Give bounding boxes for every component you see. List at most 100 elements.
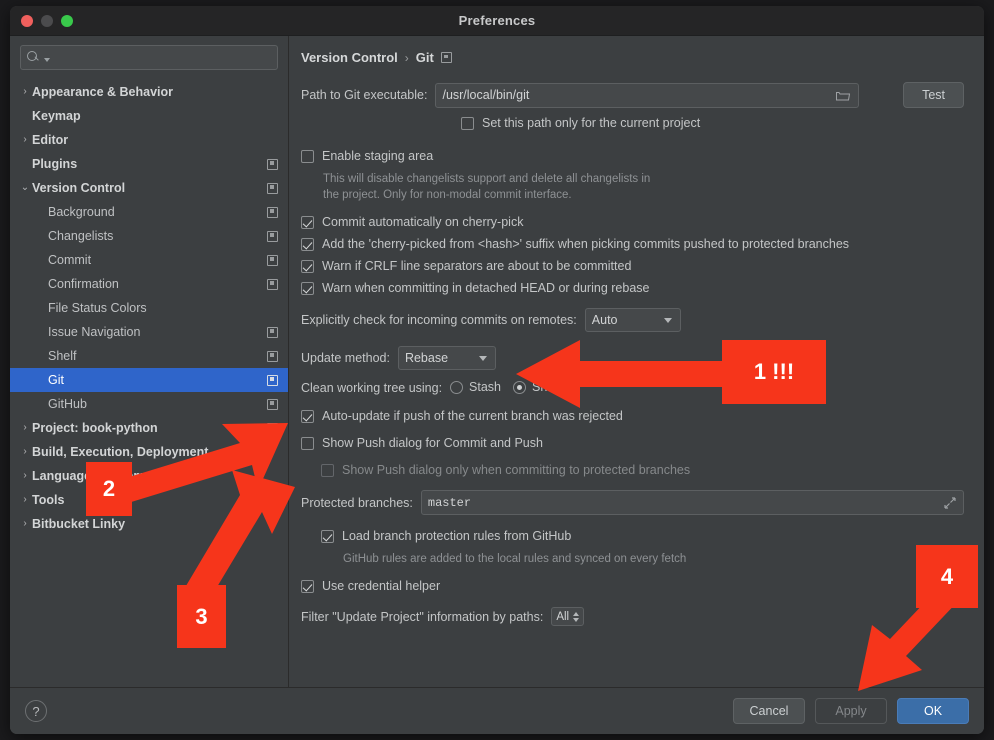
- cancel-button[interactable]: Cancel: [733, 698, 805, 724]
- warn-crlf-row[interactable]: Warn if CRLF line separators are about t…: [301, 259, 964, 274]
- breadcrumb-separator: ›: [405, 51, 409, 65]
- sidebar-item-editor[interactable]: ›Editor: [10, 128, 288, 152]
- show-push-dialog-protected-row[interactable]: Show Push dialog only when committing to…: [321, 463, 964, 478]
- search-box[interactable]: [20, 45, 278, 70]
- staging-hint-line-1: This will disable changelists support an…: [323, 171, 964, 187]
- chevron-icon[interactable]: ›: [18, 135, 32, 145]
- sidebar-item-label: Git: [48, 373, 267, 387]
- settings-marker-icon: [441, 52, 452, 63]
- breadcrumb-parent[interactable]: Version Control: [301, 50, 398, 65]
- sidebar-item-project-book-python[interactable]: ›Project: book-python: [10, 416, 288, 440]
- protected-branches-input[interactable]: master: [421, 490, 964, 515]
- chevron-icon[interactable]: ›: [18, 495, 32, 505]
- sidebar-item-label: File Status Colors: [48, 301, 278, 315]
- update-method-row: Update method: Rebase: [301, 346, 964, 370]
- add-cherry-picked-suffix-checkbox[interactable]: [301, 238, 314, 251]
- sidebar-item-confirmation[interactable]: Confirmation: [10, 272, 288, 296]
- settings-marker-icon: [267, 351, 278, 362]
- update-method-label: Update method:: [301, 351, 390, 365]
- chevron-icon[interactable]: ›: [18, 87, 32, 97]
- chevron-icon[interactable]: ›: [18, 423, 32, 433]
- auto-update-rejected-checkbox[interactable]: [301, 410, 314, 423]
- chevron-icon[interactable]: ⌄: [18, 183, 32, 193]
- sidebar-item-label: Languages & Frameworks: [32, 469, 278, 483]
- sidebar-item-build-execution-deployment[interactable]: ›Build, Execution, Deployment: [10, 440, 288, 464]
- incoming-commits-dropdown[interactable]: Auto: [585, 308, 681, 332]
- sidebar-item-background[interactable]: Background: [10, 200, 288, 224]
- settings-marker-icon: [267, 159, 278, 170]
- load-branch-protection-checkbox[interactable]: [321, 530, 334, 543]
- search-input[interactable]: [54, 51, 271, 65]
- filter-paths-stepper[interactable]: All: [551, 607, 584, 626]
- sidebar-item-keymap[interactable]: Keymap: [10, 104, 288, 128]
- chevron-down-icon: [664, 318, 672, 323]
- show-push-dialog-checkbox[interactable]: [301, 437, 314, 450]
- commit-auto-cherry-pick-row[interactable]: Commit automatically on cherry-pick: [301, 215, 964, 230]
- sidebar-item-plugins[interactable]: Plugins: [10, 152, 288, 176]
- sidebar-item-file-status-colors[interactable]: File Status Colors: [10, 296, 288, 320]
- sidebar-item-git[interactable]: Git: [10, 368, 288, 392]
- stash-radio[interactable]: [450, 381, 463, 394]
- enable-staging-area-row[interactable]: Enable staging area: [301, 149, 964, 164]
- set-path-only-label: Set this path only for the current proje…: [482, 116, 700, 131]
- filter-paths-value: All: [556, 611, 569, 623]
- clean-working-tree-label: Clean working tree using:: [301, 381, 442, 395]
- preferences-window: Preferences ›Appearance & BehaviorKeymap…: [10, 6, 984, 734]
- warn-detached-head-checkbox[interactable]: [301, 282, 314, 295]
- git-path-input[interactable]: /usr/local/bin/git: [435, 83, 859, 108]
- chevron-down-icon: [44, 58, 50, 62]
- sidebar-item-tools[interactable]: ›Tools: [10, 488, 288, 512]
- sidebar-item-bitbucket-linky[interactable]: ›Bitbucket Linky: [10, 512, 288, 536]
- sidebar-item-label: Plugins: [32, 157, 267, 171]
- test-button[interactable]: Test: [903, 82, 964, 108]
- auto-update-rejected-row[interactable]: Auto-update if push of the current branc…: [301, 409, 964, 424]
- help-button[interactable]: ?: [25, 700, 47, 722]
- apply-button[interactable]: Apply: [815, 698, 887, 724]
- sidebar-item-commit[interactable]: Commit: [10, 248, 288, 272]
- settings-tree: ›Appearance & Behavior Keymap ›Editor Plugi…: [10, 80, 288, 536]
- chevron-icon[interactable]: ›: [18, 471, 32, 481]
- sidebar-item-appearance-behavior[interactable]: ›Appearance & Behavior: [10, 80, 288, 104]
- folder-icon[interactable]: [836, 90, 850, 101]
- warn-crlf-checkbox[interactable]: [301, 260, 314, 273]
- enable-staging-label: Enable staging area: [322, 149, 433, 164]
- expand-icon[interactable]: [944, 497, 956, 509]
- sidebar-item-version-control[interactable]: ⌄Version Control: [10, 176, 288, 200]
- set-path-only-current-project-row[interactable]: Set this path only for the current proje…: [461, 116, 964, 131]
- minimize-button[interactable]: [41, 15, 53, 27]
- sidebar-item-label: Keymap: [32, 109, 278, 123]
- update-method-dropdown[interactable]: Rebase: [398, 346, 496, 370]
- show-push-dialog-row[interactable]: Show Push dialog for Commit and Push: [301, 436, 964, 451]
- use-credential-helper-checkbox[interactable]: [301, 580, 314, 593]
- enable-staging-checkbox[interactable]: [301, 150, 314, 163]
- chevron-down-icon: [573, 618, 579, 622]
- ok-button[interactable]: OK: [897, 698, 969, 724]
- sidebar-item-shelf[interactable]: Shelf: [10, 344, 288, 368]
- update-method-value: Rebase: [405, 351, 448, 365]
- close-button[interactable]: [21, 15, 33, 27]
- sidebar-item-label: Build, Execution, Deployment: [32, 445, 278, 459]
- commit-auto-cherry-pick-checkbox[interactable]: [301, 216, 314, 229]
- add-cherry-picked-suffix-row[interactable]: Add the 'cherry-picked from <hash>' suff…: [301, 237, 964, 252]
- settings-marker-icon: [267, 399, 278, 410]
- chevron-icon[interactable]: ›: [18, 519, 32, 529]
- chevron-icon[interactable]: ›: [18, 447, 32, 457]
- clean-tree-stash-option[interactable]: Stash: [450, 380, 501, 395]
- stash-label: Stash: [469, 380, 501, 395]
- stepper-arrows-icon[interactable]: [573, 612, 579, 622]
- chevron-up-icon: [573, 612, 579, 616]
- settings-marker-icon: [267, 279, 278, 290]
- load-branch-protection-row[interactable]: Load branch protection rules from GitHub: [321, 529, 964, 544]
- sidebar-item-github[interactable]: GitHub: [10, 392, 288, 416]
- warn-detached-head-row[interactable]: Warn when committing in detached HEAD or…: [301, 281, 964, 296]
- clean-tree-shelve-option[interactable]: Shelve: [513, 380, 570, 395]
- sidebar-item-changelists[interactable]: Changelists: [10, 224, 288, 248]
- sidebar-item-issue-navigation[interactable]: Issue Navigation: [10, 320, 288, 344]
- shelve-radio[interactable]: [513, 381, 526, 394]
- sidebar-item-languages-frameworks[interactable]: ›Languages & Frameworks: [10, 464, 288, 488]
- use-credential-helper-row[interactable]: Use credential helper: [301, 579, 964, 594]
- show-push-dialog-protected-checkbox[interactable]: [321, 464, 334, 477]
- show-push-dialog-label: Show Push dialog for Commit and Push: [322, 436, 543, 451]
- set-path-only-checkbox[interactable]: [461, 117, 474, 130]
- zoom-button[interactable]: [61, 15, 73, 27]
